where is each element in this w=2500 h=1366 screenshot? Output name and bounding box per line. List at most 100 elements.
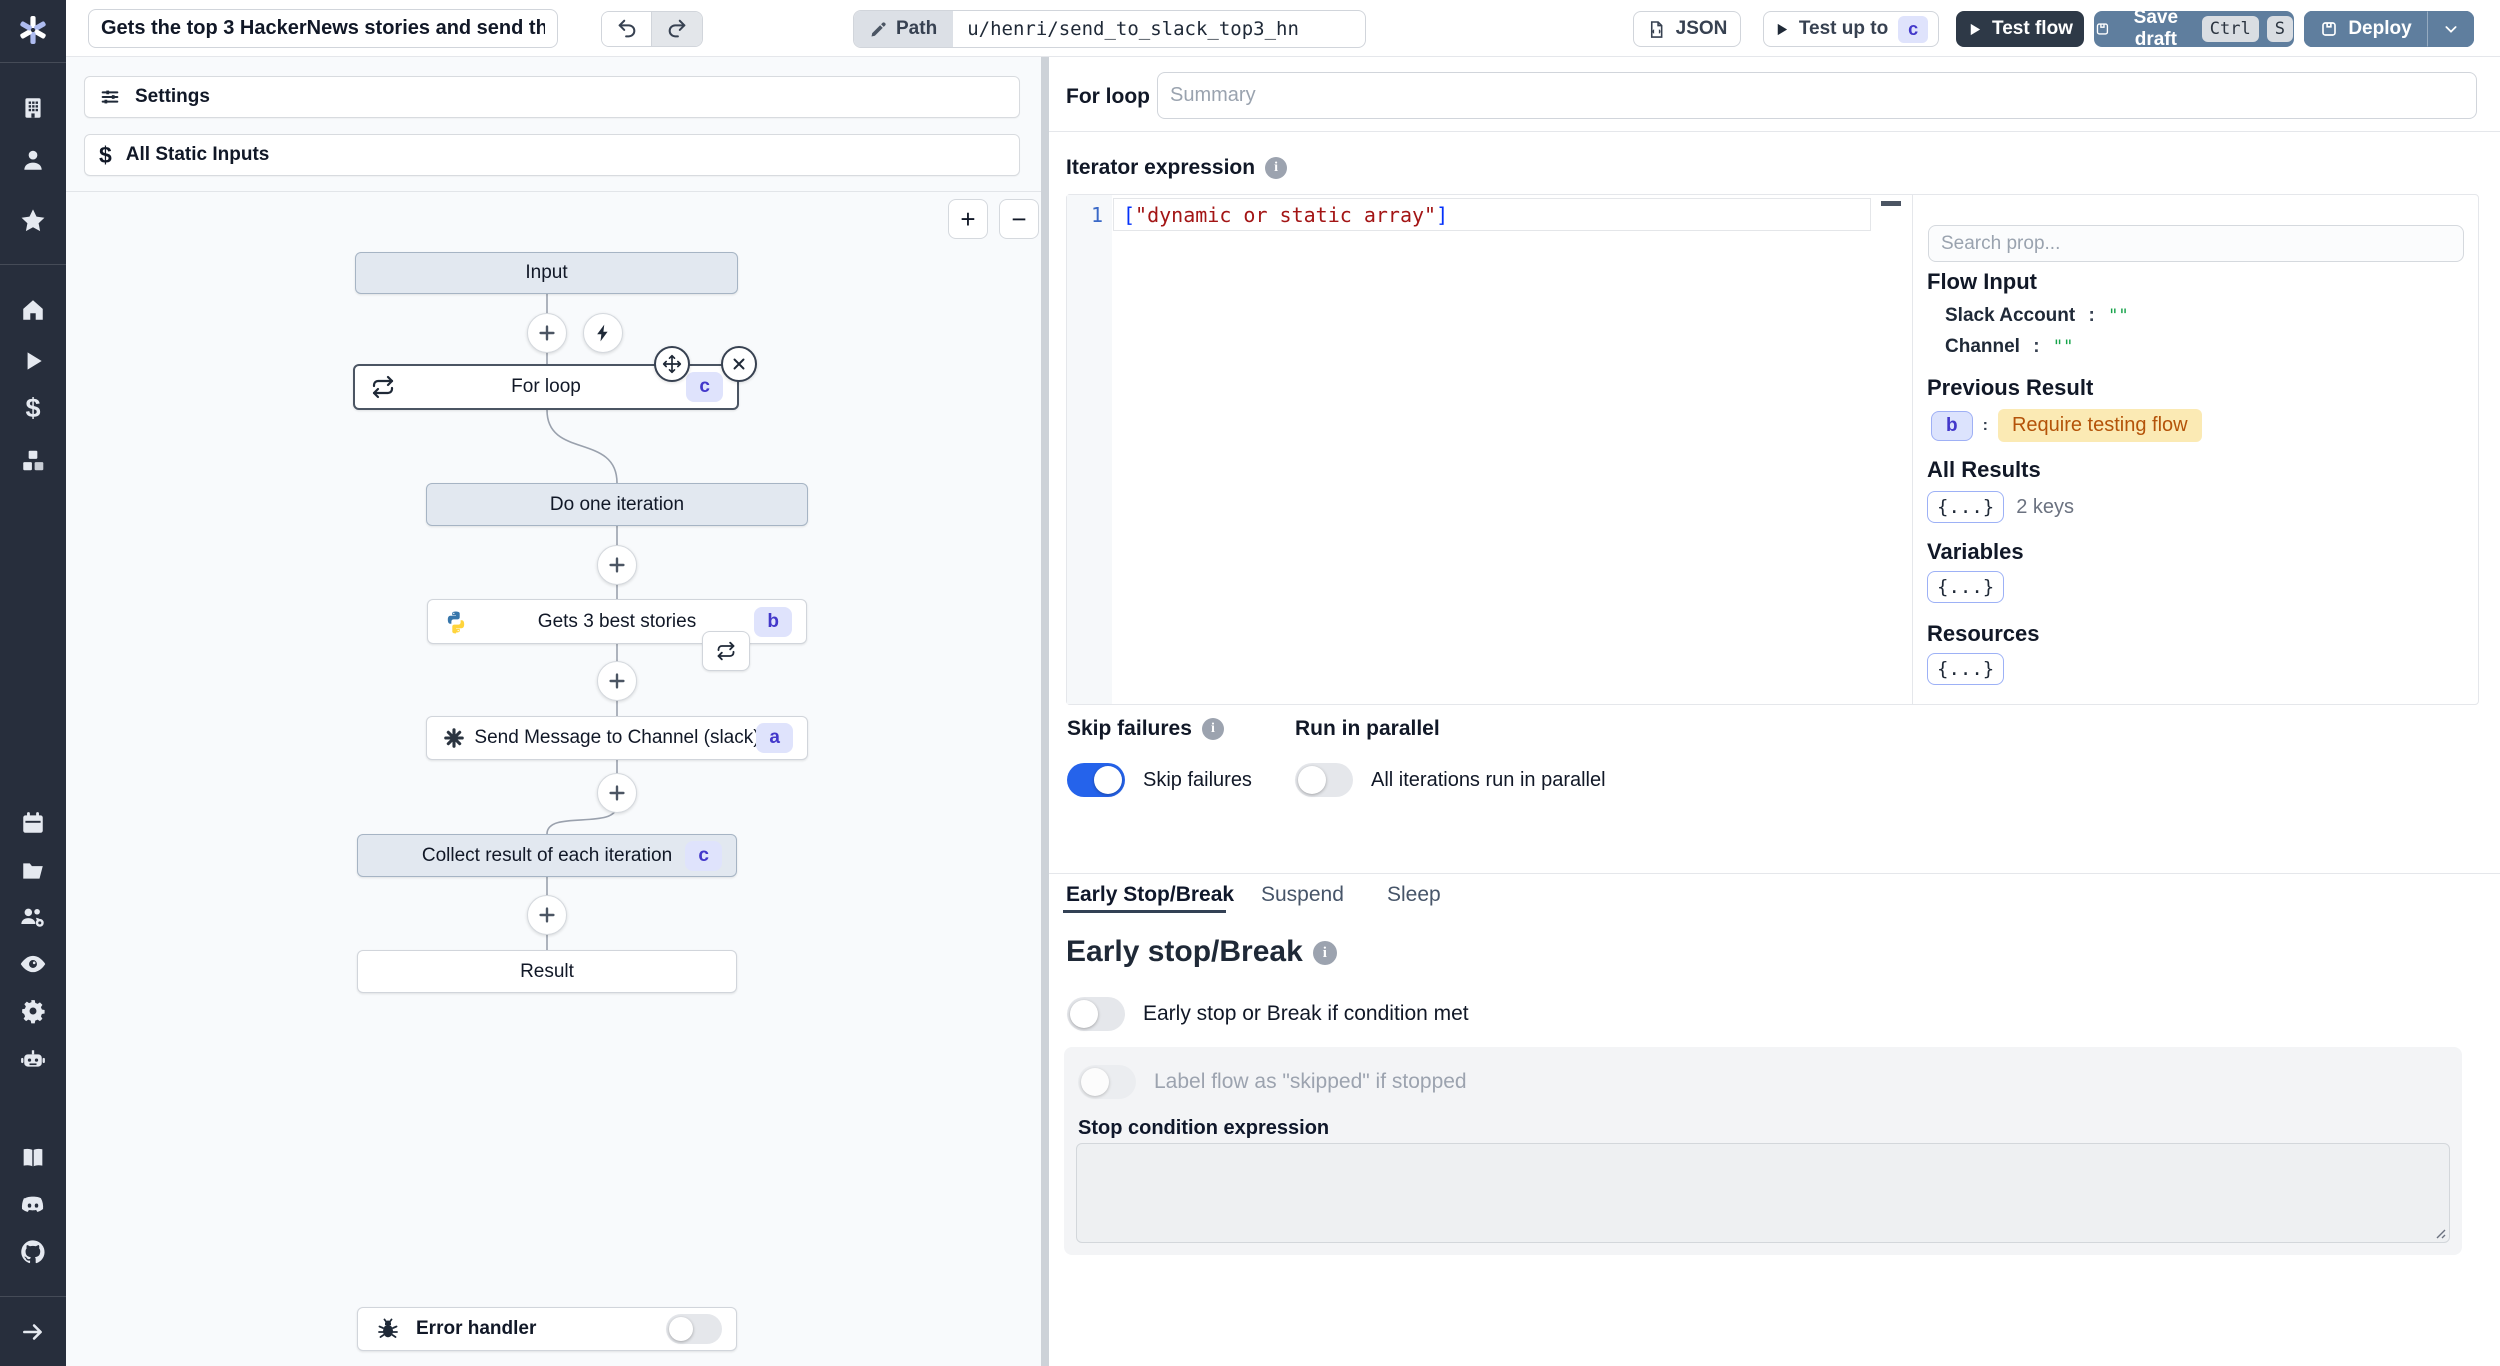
github-icon[interactable] bbox=[0, 1237, 66, 1267]
windmill-logo-icon[interactable] bbox=[0, 12, 66, 46]
add-step-button[interactable] bbox=[597, 773, 637, 813]
move-icon bbox=[662, 354, 682, 374]
add-step-button[interactable] bbox=[527, 895, 567, 935]
search-prop-input[interactable] bbox=[1928, 225, 2464, 262]
repeat-icon bbox=[717, 641, 735, 661]
redo-button[interactable] bbox=[652, 12, 702, 46]
groups-users-gear-icon[interactable] bbox=[0, 902, 66, 932]
node-collect-result-label: Collect result of each iteration bbox=[421, 844, 673, 866]
node-input[interactable]: Input bbox=[355, 252, 738, 294]
early-stop-heading: Early stop/Break i bbox=[1066, 935, 1337, 969]
test-flow-button[interactable]: Test flow bbox=[1956, 11, 2084, 47]
editor-gutter bbox=[1067, 195, 1112, 704]
close-icon bbox=[733, 358, 745, 370]
schedules-calendar-icon[interactable] bbox=[0, 808, 66, 838]
early-stop-heading-text: Early stop/Break bbox=[1066, 935, 1303, 968]
node-collect-result-badge: c bbox=[685, 840, 722, 871]
all-results-row: {...} 2 keys bbox=[1927, 491, 2074, 523]
save-draft-button[interactable]: Save draft Ctrl S bbox=[2094, 7, 2294, 50]
tab-early-stop-break[interactable]: Early Stop/Break bbox=[1066, 883, 1234, 907]
early-stop-condition-toggle[interactable] bbox=[1067, 997, 1125, 1031]
home-icon[interactable] bbox=[0, 295, 66, 325]
add-step-button[interactable] bbox=[597, 545, 637, 585]
collapse-arrow-icon[interactable] bbox=[0, 1317, 66, 1347]
add-trigger-button[interactable] bbox=[583, 313, 623, 353]
tab-sleep[interactable]: Sleep bbox=[1387, 883, 1441, 907]
run-in-parallel-heading: Run in parallel bbox=[1295, 717, 1440, 740]
step-type-label: For loop bbox=[1066, 85, 1150, 108]
editor-props-container bbox=[1066, 194, 2479, 705]
object-expand-chip[interactable]: {...} bbox=[1927, 491, 2005, 523]
node-result[interactable]: Result bbox=[357, 950, 737, 993]
add-step-button[interactable] bbox=[597, 661, 637, 701]
editor-line-number: 1 bbox=[1090, 203, 1103, 227]
variables-dollar-icon[interactable]: $ bbox=[0, 393, 66, 423]
repeat-icon bbox=[371, 375, 395, 399]
stop-condition-textarea[interactable] bbox=[1076, 1143, 2450, 1243]
settings-gear-icon[interactable] bbox=[0, 996, 66, 1026]
code-editor[interactable]: ["dynamic or static array"] bbox=[1123, 203, 1448, 227]
node-send-message-slack[interactable]: Send Message to Channel (slack) a bbox=[426, 716, 808, 760]
run-in-parallel-toggle[interactable] bbox=[1295, 763, 1353, 797]
deploy-button[interactable]: Deploy bbox=[2304, 11, 2428, 47]
resources-boxes-icon[interactable] bbox=[0, 446, 66, 476]
add-step-button[interactable] bbox=[527, 313, 567, 353]
path-edit-button[interactable]: Path bbox=[854, 11, 954, 47]
user-icon[interactable] bbox=[0, 145, 66, 175]
node-gets-3-best-stories-label: Gets 3 best stories bbox=[537, 610, 697, 632]
step-id-badge: b bbox=[1931, 410, 1973, 441]
integration-asterisk-icon bbox=[443, 727, 465, 749]
redo-icon bbox=[668, 19, 686, 38]
save-icon bbox=[2096, 23, 2109, 35]
pencil-icon bbox=[871, 22, 886, 37]
test-up-to-step-badge: c bbox=[1898, 15, 1929, 43]
delete-node-button[interactable] bbox=[721, 346, 757, 382]
node-do-one-iteration[interactable]: Do one iteration bbox=[426, 483, 808, 526]
workspace-icon[interactable] bbox=[0, 93, 66, 123]
json-button[interactable]: JSON bbox=[1633, 11, 1741, 47]
move-node-button[interactable] bbox=[654, 346, 690, 382]
resize-handle-icon[interactable] bbox=[2432, 1225, 2446, 1239]
docs-book-icon[interactable] bbox=[0, 1143, 66, 1173]
prop-row-slack-account[interactable]: Slack Account : "" bbox=[1945, 305, 2129, 327]
tab-suspend[interactable]: Suspend bbox=[1261, 883, 1344, 907]
runs-play-icon[interactable] bbox=[0, 346, 66, 376]
label-skipped-toggle[interactable] bbox=[1078, 1065, 1136, 1099]
deploy-menu-button[interactable] bbox=[2428, 11, 2474, 47]
object-expand-chip[interactable]: {...} bbox=[1927, 571, 2005, 603]
info-icon[interactable]: i bbox=[1312, 941, 1337, 966]
loop-settings-button[interactable] bbox=[702, 631, 750, 671]
path-value-input[interactable]: u/henri/send_to_slack_top3_hn bbox=[953, 11, 1365, 47]
node-gets-3-best-stories[interactable]: Gets 3 best stories b bbox=[427, 599, 807, 644]
previous-result-row[interactable]: b : Require testing flow bbox=[1931, 409, 2202, 442]
object-expand-chip[interactable]: {...} bbox=[1927, 653, 2005, 685]
star-icon[interactable] bbox=[0, 206, 66, 236]
node-for-loop-label: For loop bbox=[511, 376, 581, 397]
discord-icon[interactable] bbox=[0, 1190, 66, 1220]
early-stop-toggle-row: Early stop or Break if condition met bbox=[1067, 997, 1469, 1031]
skip-failures-toggle-label: Skip failures bbox=[1143, 768, 1252, 791]
skip-failures-toggle[interactable] bbox=[1067, 763, 1125, 797]
panel-resize-handle[interactable] bbox=[1041, 57, 1049, 1366]
variables-heading: Variables bbox=[1927, 539, 2024, 564]
node-collect-result[interactable]: Collect result of each iteration c bbox=[357, 834, 737, 877]
node-error-handler[interactable]: Error handler bbox=[357, 1307, 737, 1351]
code-bracket: [ bbox=[1123, 203, 1136, 227]
run-in-parallel-toggle-label: All iterations run in parallel bbox=[1371, 768, 1606, 791]
chevron-down-icon bbox=[2445, 26, 2457, 33]
info-icon[interactable]: i bbox=[1201, 718, 1224, 741]
folders-icon[interactable] bbox=[0, 856, 66, 886]
flow-title-input[interactable] bbox=[88, 9, 558, 48]
info-icon[interactable]: i bbox=[1265, 157, 1288, 180]
audit-eye-icon[interactable] bbox=[0, 949, 66, 979]
deploy-label: Deploy bbox=[2348, 18, 2412, 39]
run-in-parallel-toggle-row: All iterations run in parallel bbox=[1295, 763, 1606, 797]
undo-icon bbox=[618, 19, 635, 38]
error-handler-toggle[interactable] bbox=[666, 1314, 722, 1344]
test-up-to-button[interactable]: Test up to c bbox=[1763, 11, 1939, 47]
sidebar-divider bbox=[0, 62, 66, 63]
robot-icon[interactable] bbox=[0, 1044, 66, 1074]
summary-input[interactable] bbox=[1157, 72, 2477, 119]
undo-button[interactable] bbox=[602, 12, 652, 46]
prop-row-channel[interactable]: Channel : "" bbox=[1945, 336, 2073, 358]
